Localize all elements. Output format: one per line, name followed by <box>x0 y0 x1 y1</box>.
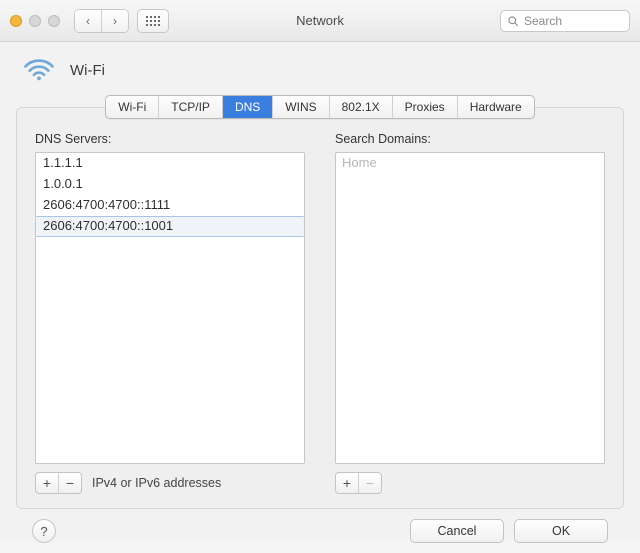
chevron-left-icon: ‹ <box>86 14 90 28</box>
bottom-bar: ? Cancel OK <box>16 509 624 543</box>
settings-panel: DNS Servers: 1.1.1.11.0.0.12606:4700:470… <box>16 107 624 509</box>
show-all-button[interactable] <box>137 9 169 33</box>
ok-button[interactable]: OK <box>514 519 608 543</box>
tab-tcp-ip[interactable]: TCP/IP <box>158 96 222 118</box>
tabs: Wi-FiTCP/IPDNSWINS802.1XProxiesHardware <box>16 95 624 119</box>
chevron-right-icon: › <box>113 14 117 28</box>
dns-remove-button[interactable]: − <box>58 473 81 493</box>
close-window-button[interactable] <box>10 15 22 27</box>
ok-label: OK <box>552 524 570 538</box>
connection-header: Wi-Fi <box>16 56 624 85</box>
window-network: ‹ › Network Search <box>0 0 640 539</box>
dns-server-row[interactable]: 2606:4700:4700::1111 <box>36 195 304 216</box>
tab-proxies[interactable]: Proxies <box>392 96 457 118</box>
search-placeholder: Search <box>524 14 562 28</box>
dns-hint: IPv4 or IPv6 addresses <box>92 476 221 490</box>
search-domains-label: Search Domains: <box>335 132 605 146</box>
back-button[interactable]: ‹ <box>75 10 101 32</box>
dns-add-remove: + − <box>35 472 82 494</box>
tab-wins[interactable]: WINS <box>272 96 328 118</box>
titlebar: ‹ › Network Search <box>0 0 640 42</box>
dns-server-row[interactable]: 1.0.0.1 <box>36 174 304 195</box>
dns-servers-column: DNS Servers: 1.1.1.11.0.0.12606:4700:470… <box>35 132 305 494</box>
dns-server-row[interactable]: 1.1.1.1 <box>36 153 304 174</box>
traffic-lights <box>10 15 60 27</box>
search-domains-column: Search Domains: Home + − <box>335 132 605 494</box>
grid-icon <box>146 16 160 26</box>
tab-hardware[interactable]: Hardware <box>457 96 534 118</box>
search-domains-placeholder: Home <box>336 153 604 172</box>
forward-button[interactable]: › <box>101 10 128 32</box>
wifi-icon <box>22 56 56 85</box>
search-domains-remove-button[interactable]: − <box>358 473 381 493</box>
search-domains-add-button[interactable]: + <box>336 473 358 493</box>
search-domains-list[interactable]: Home <box>335 152 605 464</box>
connection-name: Wi-Fi <box>70 62 105 79</box>
search-field[interactable]: Search <box>500 10 630 32</box>
dns-servers-list[interactable]: 1.1.1.11.0.0.12606:4700:4700::11112606:4… <box>35 152 305 464</box>
dns-servers-label: DNS Servers: <box>35 132 305 146</box>
minimize-window-button[interactable] <box>29 15 41 27</box>
nav-buttons: ‹ › <box>74 9 129 33</box>
help-icon: ? <box>40 524 47 539</box>
tab-wi-fi[interactable]: Wi-Fi <box>106 96 158 118</box>
dns-server-row[interactable]: 2606:4700:4700::1001 <box>36 216 304 237</box>
search-domains-add-remove: + − <box>335 472 382 494</box>
cancel-button[interactable]: Cancel <box>410 519 504 543</box>
zoom-window-button[interactable] <box>48 15 60 27</box>
cancel-label: Cancel <box>438 524 477 538</box>
body: Wi-Fi Wi-FiTCP/IPDNSWINS802.1XProxiesHar… <box>0 42 640 553</box>
tab-802-1x[interactable]: 802.1X <box>329 96 392 118</box>
help-button[interactable]: ? <box>32 519 56 543</box>
dns-add-button[interactable]: + <box>36 473 58 493</box>
search-icon <box>507 15 519 27</box>
tab-dns[interactable]: DNS <box>222 96 272 118</box>
